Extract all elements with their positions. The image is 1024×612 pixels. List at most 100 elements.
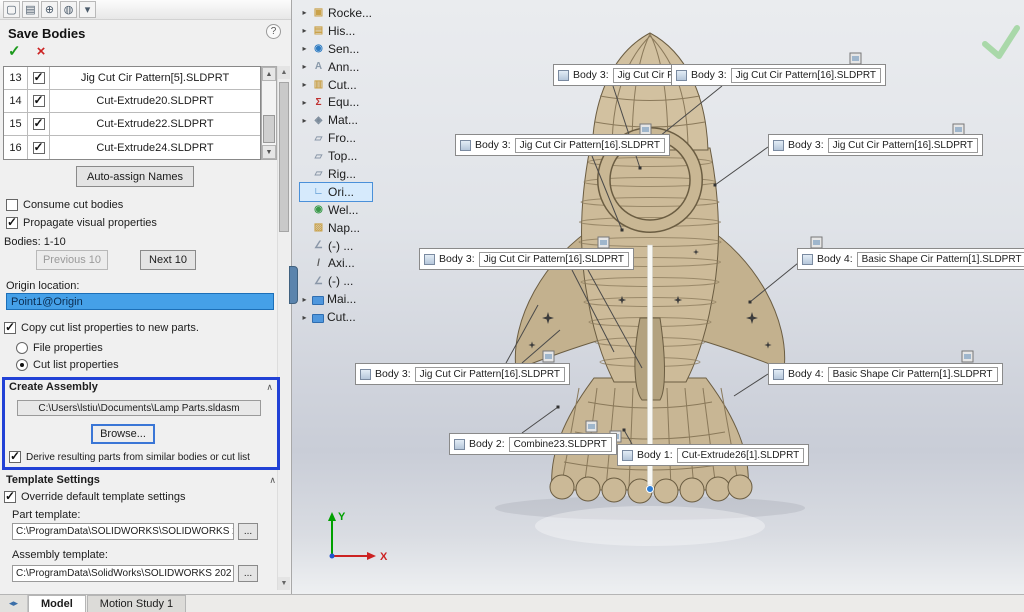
tree-item-cut-folder[interactable]: ▸Cut...: [300, 308, 372, 326]
tree-item-label[interactable]: Nap...: [328, 221, 360, 235]
dropdown-icon[interactable]: [79, 1, 96, 18]
part-template-field[interactable]: C:\ProgramData\SOLIDWORKS\SOLIDWORKS 2: [12, 523, 234, 540]
body-filename[interactable]: Cut-Extrude22.SLDPRT: [50, 113, 260, 135]
tree-item-equations[interactable]: ▸ Equ...: [300, 93, 372, 111]
row-checkbox[interactable]: [33, 142, 45, 154]
tree-item-label[interactable]: Axi...: [328, 256, 355, 270]
origin-location-field[interactable]: Point1@Origin: [6, 293, 274, 310]
derive-checkbox[interactable]: [9, 451, 21, 463]
expand-arrow-icon[interactable]: ▸: [300, 62, 309, 71]
scroll-down-icon[interactable]: [278, 577, 290, 590]
tab-scroll-icon[interactable]: [0, 595, 28, 612]
expand-arrow-icon[interactable]: ▸: [300, 26, 309, 35]
tree-item-annotations[interactable]: ▸Ann...: [300, 58, 372, 76]
tree-item-right-plane[interactable]: Rig...: [300, 165, 372, 183]
expand-arrow-icon[interactable]: ▸: [300, 44, 309, 53]
part-template-browse-button[interactable]: ...: [238, 523, 258, 540]
body-callout[interactable]: Body 1: Cut-Extrude26[1].SLDPRT: [617, 444, 809, 466]
callout-part-name[interactable]: Jig Cut Cir Pattern[16].SLDPRT: [731, 68, 881, 83]
auto-assign-names-button[interactable]: Auto-assign Names: [76, 166, 194, 187]
table-row[interactable]: 16 Cut-Extrude24.SLDPRT: [4, 136, 260, 159]
panel-splitter-handle[interactable]: [289, 266, 298, 304]
tree-item-label[interactable]: Wel...: [328, 203, 358, 217]
body-callout[interactable]: Body 3: Jig Cut Cir Pattern[16].SLDPRT: [768, 134, 983, 156]
callout-part-name[interactable]: Jig Cut Cir Pattern[16].SLDPRT: [828, 138, 978, 153]
expand-arrow-icon[interactable]: ▸: [300, 313, 309, 322]
tree-item-material[interactable]: ▸Mat...: [300, 111, 372, 129]
tree-item-axis[interactable]: Axi...: [300, 254, 372, 272]
row-checkbox[interactable]: [33, 72, 45, 84]
callout-part-name[interactable]: Basic Shape Cir Pattern[1].SLDPRT: [857, 252, 1024, 267]
tree-item-label[interactable]: Fro...: [328, 131, 356, 145]
tree-item-label[interactable]: (-) ...: [328, 274, 353, 288]
scrollbar-thumb[interactable]: [279, 82, 289, 232]
derive-parts-option[interactable]: Derive resulting parts from similar bodi…: [9, 451, 250, 463]
override-checkbox[interactable]: [4, 491, 16, 503]
scroll-up-icon[interactable]: [278, 66, 290, 79]
table-row[interactable]: 15 Cut-Extrude22.SLDPRT: [4, 113, 260, 136]
tree-item-history[interactable]: ▸ His...: [300, 22, 372, 40]
propagate-checkbox[interactable]: [6, 217, 18, 229]
tree-item-sensors[interactable]: ▸ Sen...: [300, 40, 372, 58]
body-filename[interactable]: Cut-Extrude20.SLDPRT: [50, 90, 260, 112]
ok-button[interactable]: ✓: [8, 45, 21, 59]
tree-item-label[interactable]: Rocke...: [328, 6, 372, 20]
sphere-icon[interactable]: [60, 1, 77, 18]
assembly-path-field[interactable]: C:\Users\lstiu\Documents\Lamp Parts.slda…: [17, 400, 261, 416]
scroll-down-icon[interactable]: [262, 145, 276, 159]
tree-item-label[interactable]: His...: [328, 24, 355, 38]
body-callout[interactable]: Body 3: Jig Cut Cir Pattern[16].SLDPRT: [419, 248, 634, 270]
body-callout[interactable]: Body 3: Jig Cut Cir Pattern[16].SLDPRT: [355, 363, 570, 385]
assembly-template-browse-button[interactable]: ...: [238, 565, 258, 582]
tree-item-cutlist[interactable]: ▸ Cut...: [300, 76, 372, 94]
tree-item-nap[interactable]: Nap...: [300, 219, 372, 237]
callout-part-name[interactable]: Jig Cut Cir Pattern[16].SLDPRT: [479, 252, 629, 267]
consume-cut-bodies-option[interactable]: Consume cut bodies: [6, 199, 123, 211]
tree-item-sketch1[interactable]: (-) ...: [300, 237, 372, 255]
tree-item-label[interactable]: Cut...: [328, 78, 357, 92]
body-callout[interactable]: Body 4: Basic Shape Cir Pattern[1].SLDPR…: [797, 248, 1024, 270]
table-scrollbar[interactable]: [261, 66, 277, 160]
expand-arrow-icon[interactable]: ▸: [300, 295, 309, 304]
table-row[interactable]: 13 Jig Cut Cir Pattern[5].SLDPRT: [4, 67, 260, 90]
table-row[interactable]: 14 Cut-Extrude20.SLDPRT: [4, 90, 260, 113]
tree-item-main-folder[interactable]: ▸Mai...: [300, 290, 372, 308]
collapse-chevron-icon[interactable]: [269, 475, 276, 486]
cut-list-properties-radio[interactable]: [16, 359, 28, 371]
tree-item-label[interactable]: (-) ...: [328, 239, 353, 253]
tree-item-sketch2[interactable]: (-) ...: [300, 272, 372, 290]
tree-item-weldment[interactable]: Wel...: [300, 201, 372, 219]
tree-item-label[interactable]: Rig...: [328, 167, 356, 181]
scroll-up-icon[interactable]: [262, 67, 276, 81]
assembly-template-field[interactable]: C:\ProgramData\SolidWorks\SOLIDWORKS 202: [12, 565, 234, 582]
row-checkbox[interactable]: [33, 95, 45, 107]
body-callout[interactable]: Body 3: Jig Cut Cir Pattern[16].SLDPRT: [455, 134, 670, 156]
body-callout[interactable]: Body 3: Jig Cut Cir Pattern[16].SLDPRT: [671, 64, 886, 86]
callout-part-name[interactable]: Combine23.SLDPRT: [509, 437, 612, 452]
consume-checkbox[interactable]: [6, 199, 18, 211]
callout-part-name[interactable]: Jig Cut Cir Pattern[16].SLDPRT: [415, 367, 565, 382]
body-callout[interactable]: Body 4: Basic Shape Cir Pattern[1].SLDPR…: [768, 363, 1003, 385]
panel-scrollbar[interactable]: [277, 66, 290, 590]
file-properties-option[interactable]: File properties: [16, 342, 103, 354]
copy-cut-list-checkbox[interactable]: [4, 322, 16, 334]
confirm-check-icon[interactable]: [985, 28, 1017, 56]
callout-part-name[interactable]: Jig Cut Cir Pattern[16].SLDPRT: [515, 138, 665, 153]
tab-motion-study[interactable]: Motion Study 1: [87, 595, 186, 612]
tree-item-label[interactable]: Equ...: [328, 95, 359, 109]
expand-arrow-icon[interactable]: ▸: [300, 98, 309, 107]
copy-cut-list-option[interactable]: Copy cut list properties to new parts.: [4, 322, 199, 334]
body-callout[interactable]: Body 3: Jig Cut Cir Patte: [553, 64, 672, 86]
treeview-icon[interactable]: [22, 1, 39, 18]
callout-part-name[interactable]: Cut-Extrude26[1].SLDPRT: [677, 448, 805, 463]
template-settings-header[interactable]: Template Settings: [2, 473, 280, 487]
cut-list-properties-option[interactable]: Cut list properties: [16, 359, 119, 371]
expand-arrow-icon[interactable]: ▸: [300, 80, 309, 89]
tree-item-label[interactable]: Top...: [328, 149, 357, 163]
body-filename[interactable]: Cut-Extrude24.SLDPRT: [50, 136, 260, 159]
tree-item-label[interactable]: Ori...: [328, 185, 354, 199]
next-10-button[interactable]: Next 10: [140, 250, 196, 270]
filter-icon[interactable]: [3, 1, 20, 18]
tree-item-label[interactable]: Sen...: [328, 42, 359, 56]
expand-arrow-icon[interactable]: ▸: [300, 8, 309, 17]
